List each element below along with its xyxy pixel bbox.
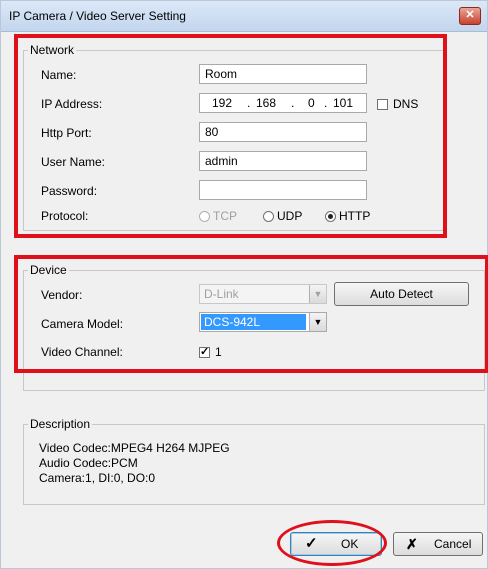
- title-bar: IP Camera / Video Server Setting ✕: [1, 1, 487, 32]
- close-button[interactable]: ✕: [459, 7, 481, 25]
- close-icon: ✕: [465, 9, 475, 21]
- ok-highlight-oval: [277, 520, 387, 566]
- cancel-button[interactable]: ✗ Cancel: [393, 532, 483, 556]
- description-line-camera: Camera:1, DI:0, DO:0: [39, 471, 156, 485]
- cancel-label: Cancel: [434, 537, 472, 551]
- description-legend: Description: [30, 417, 91, 431]
- description-line-audio: Audio Codec:PCM: [39, 456, 138, 470]
- cancel-x-icon: ✗: [406, 536, 418, 552]
- description-line-codec: Video Codec:MPEG4 H264 MJPEG: [39, 441, 230, 455]
- window-title: IP Camera / Video Server Setting: [9, 9, 186, 23]
- network-highlight-box: [14, 34, 447, 238]
- device-highlight-box: [14, 255, 488, 373]
- dialog-window: IP Camera / Video Server Setting ✕ Netwo…: [0, 0, 488, 569]
